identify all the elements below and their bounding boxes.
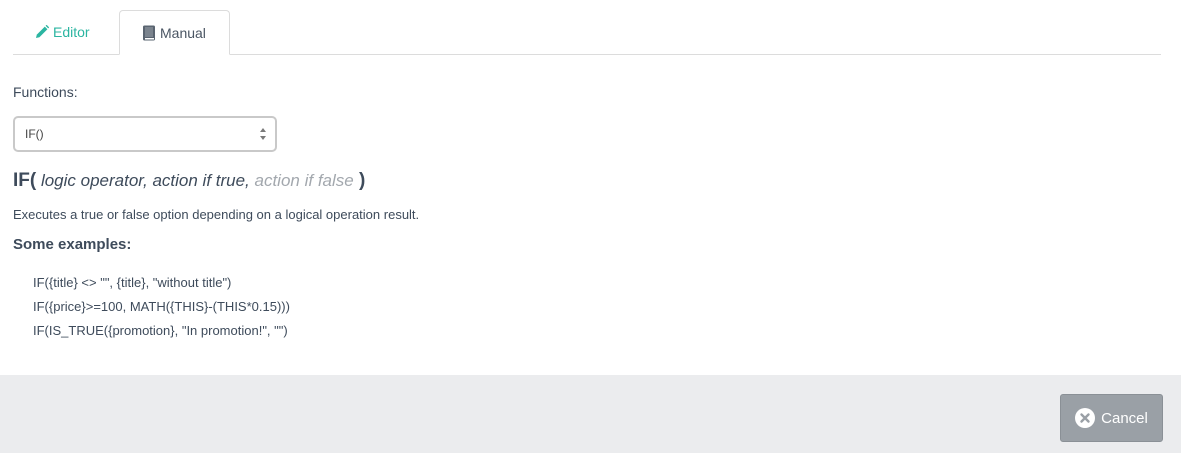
signature-close: ) (353, 170, 366, 191)
signature-optional-arg: action if false (249, 171, 354, 190)
example-item: IF({title} <> "", {title}, "without titl… (33, 275, 232, 290)
dialog-footer: Cancel (0, 375, 1181, 453)
example-item: IF(IS_TRUE({promotion}, "In promotion!",… (33, 323, 288, 338)
close-circle-icon (1075, 408, 1096, 428)
cancel-button[interactable]: Cancel (1060, 394, 1163, 442)
book-icon (142, 25, 156, 41)
function-select-value: IF() (25, 127, 44, 141)
tab-editor[interactable]: Editor (13, 10, 119, 54)
tab-manual-label: Manual (160, 24, 206, 41)
function-signature: IF( logic operator, action if true, acti… (13, 170, 365, 192)
examples-title: Some examples: (13, 236, 132, 253)
cancel-button-label: Cancel (1101, 409, 1148, 427)
functions-label: Functions: (13, 84, 78, 100)
select-arrows-icon (259, 126, 267, 142)
example-item: IF({price}>=100, MATH({THIS}-(THIS*0.15)… (33, 299, 290, 314)
signature-name: IF( (13, 170, 37, 191)
function-select[interactable]: IF() (13, 116, 277, 152)
function-manual-dialog: Editor Manual Functions: IF() IF( logic … (0, 0, 1181, 453)
tab-manual[interactable]: Manual (119, 10, 230, 55)
pencil-icon (35, 25, 49, 39)
function-description: Executes a true or false option dependin… (13, 207, 420, 222)
examples-list: IF({title} <> "", {title}, "without titl… (33, 271, 290, 343)
tab-editor-label: Editor (53, 24, 90, 40)
tab-bar: Editor Manual (13, 10, 1161, 55)
signature-args: logic operator, action if true, (36, 171, 250, 190)
